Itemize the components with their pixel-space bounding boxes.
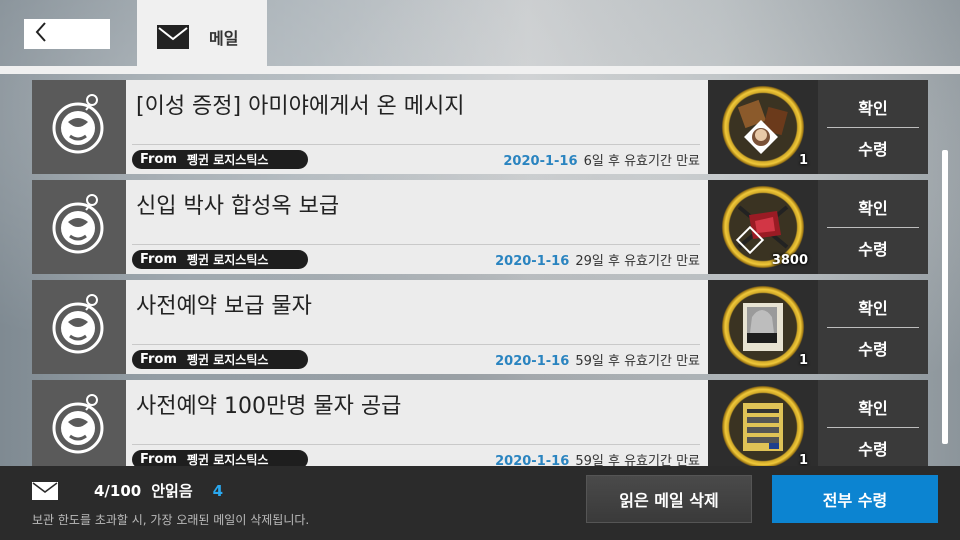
unread-label: 안읽음 [151, 482, 193, 500]
expiry-info: 2020-1-16 59일 후 유효기간 만료 [495, 350, 700, 369]
mail-divider [132, 144, 700, 145]
receive-button[interactable]: 수령 [858, 428, 887, 467]
reward-ring [720, 284, 806, 370]
tab-mail[interactable]: 메일 [137, 0, 267, 74]
expiry-info: 2020-1-16 6일 후 유효기간 만료 [503, 150, 700, 169]
mail-title: [이성 증정] 아미야에게서 온 메시지 [136, 94, 465, 119]
originium-prime-icon [735, 199, 791, 255]
bottom-bar: 4/100 안읽음 4 보관 한도를 초과할 시, 가장 오래된 메일이 삭제됩… [0, 466, 960, 540]
expiry-info: 2020-1-16 29일 후 유효기간 만료 [495, 250, 700, 269]
sender-pill: From 펭귄 로지스틱스 [132, 450, 308, 466]
mail-item[interactable]: [이성 증정] 아미야에게서 온 메시지 From 펭귄 로지스틱스 2020-… [32, 80, 928, 174]
mail-actions: 확인 수령 [818, 180, 928, 274]
mail-date: 2020-1-16 [495, 254, 570, 269]
reward-slot[interactable]: 3800 [708, 180, 818, 274]
mail-divider [132, 244, 700, 245]
expiry-text: 6일 후 유효기간 만료 [583, 154, 700, 169]
sender-logo [32, 80, 126, 174]
mail-content[interactable]: 사전예약 보급 물자 From 펭귄 로지스틱스 2020-1-16 59일 후… [32, 280, 708, 374]
penguin-logistics-logo-icon [48, 92, 110, 162]
top-bar: 메일 [0, 0, 960, 74]
mail-list[interactable]: [이성 증정] 아미야에게서 온 메시지 From 펭귄 로지스틱스 2020-… [32, 80, 928, 466]
expiry-text: 29일 후 유효기간 만료 [575, 254, 700, 269]
reward-count: 1 [798, 353, 808, 368]
mail-date: 2020-1-16 [495, 354, 570, 369]
from-label: From [140, 152, 177, 167]
mail-date: 2020-1-16 [495, 454, 570, 466]
supply-card-icon [735, 399, 791, 455]
mail-item[interactable]: 사전예약 100만명 물자 공급 From 펭귄 로지스틱스 2020-1-16… [32, 380, 928, 466]
mail-content[interactable]: [이성 증정] 아미야에게서 온 메시지 From 펭귄 로지스틱스 2020-… [32, 80, 708, 174]
mail-item[interactable]: 사전예약 보급 물자 From 펭귄 로지스틱스 2020-1-16 59일 후… [32, 280, 928, 374]
from-label: From [140, 252, 177, 267]
mail-actions: 확인 수령 [818, 280, 928, 374]
sender-name: 펭귄 로지스틱스 [186, 453, 269, 466]
receive-button[interactable]: 수령 [858, 128, 887, 168]
reward-count: 1 [798, 153, 808, 168]
confirm-button[interactable]: 확인 [858, 387, 887, 427]
sender-pill: From 펭귄 로지스틱스 [132, 350, 308, 369]
receive-all-button[interactable]: 전부 수령 [772, 475, 938, 523]
reward-count: 3800 [771, 253, 808, 268]
storage-note: 보관 한도를 초과할 시, 가장 오래된 메일이 삭제됩니다. [32, 513, 310, 527]
mail-body: 신입 박사 합성옥 보급 From 펭귄 로지스틱스 2020-1-16 29일… [126, 180, 708, 274]
mail-actions: 확인 수령 [818, 80, 928, 174]
mail-item[interactable]: 신입 박사 합성옥 보급 From 펭귄 로지스틱스 2020-1-16 29일… [32, 180, 928, 274]
mail-date: 2020-1-16 [503, 154, 578, 169]
sender-name: 펭귄 로지스틱스 [186, 353, 269, 367]
sender-name: 펭귄 로지스틱스 [186, 153, 269, 167]
tab-mail-label: 메일 [209, 29, 239, 48]
reward-ring [720, 384, 806, 466]
scrollbar-track[interactable] [942, 150, 948, 444]
reward-slot[interactable]: 1 [708, 280, 818, 374]
reward-slot[interactable]: 1 [708, 380, 818, 466]
confirm-button[interactable]: 확인 [858, 87, 887, 127]
envelope-icon [157, 25, 189, 49]
penguin-logistics-logo-icon [48, 392, 110, 462]
operator-card-icon [735, 299, 791, 355]
expiry-text: 59일 후 유효기간 만료 [575, 454, 700, 466]
confirm-button[interactable]: 확인 [858, 287, 887, 327]
receive-button[interactable]: 수령 [858, 228, 887, 268]
unread-count: 4 [212, 481, 224, 500]
mail-count: 4/100 안읽음 4 [32, 480, 223, 501]
sender-logo [32, 280, 126, 374]
expiry-info: 2020-1-16 59일 후 유효기간 만료 [495, 450, 700, 466]
confirm-button[interactable]: 확인 [858, 187, 887, 227]
mail-title: 신입 박사 합성옥 보급 [136, 194, 340, 219]
scrollbar[interactable] [942, 150, 948, 450]
mail-content[interactable]: 사전예약 100만명 물자 공급 From 펭귄 로지스틱스 2020-1-16… [32, 380, 708, 466]
chevron-left-icon [34, 21, 48, 47]
reward-ring [720, 84, 806, 170]
penguin-logistics-logo-icon [48, 192, 110, 262]
receive-button[interactable]: 수령 [858, 328, 887, 368]
delete-read-button[interactable]: 읽은 메일 삭제 [586, 475, 752, 523]
furniture-reward-icon [735, 99, 791, 155]
sender-logo [32, 180, 126, 274]
penguin-logistics-logo-icon [48, 292, 110, 362]
reward-slot[interactable]: 1 [708, 80, 818, 174]
mail-body: 사전예약 100만명 물자 공급 From 펭귄 로지스틱스 2020-1-16… [126, 380, 708, 466]
mail-body: 사전예약 보급 물자 From 펭귄 로지스틱스 2020-1-16 59일 후… [126, 280, 708, 374]
sender-pill: From 펭귄 로지스틱스 [132, 150, 308, 169]
mail-count-value: 4/100 [94, 481, 142, 500]
sender-name: 펭귄 로지스틱스 [186, 253, 269, 267]
from-label: From [140, 452, 177, 466]
mail-title: 사전예약 100만명 물자 공급 [136, 394, 402, 419]
back-button[interactable] [24, 19, 110, 49]
mail-divider [132, 344, 700, 345]
mail-content[interactable]: 신입 박사 합성옥 보급 From 펭귄 로지스틱스 2020-1-16 29일… [32, 180, 708, 274]
reward-count: 1 [798, 453, 808, 466]
mail-actions: 확인 수령 [818, 380, 928, 466]
mail-divider [132, 444, 700, 445]
mail-body: [이성 증정] 아미야에게서 온 메시지 From 펭귄 로지스틱스 2020-… [126, 80, 708, 174]
mail-title: 사전예약 보급 물자 [136, 294, 312, 319]
sender-logo [32, 380, 126, 466]
envelope-icon [32, 481, 58, 500]
expiry-text: 59일 후 유효기간 만료 [575, 354, 700, 369]
sender-pill: From 펭귄 로지스틱스 [132, 250, 308, 269]
from-label: From [140, 352, 177, 367]
